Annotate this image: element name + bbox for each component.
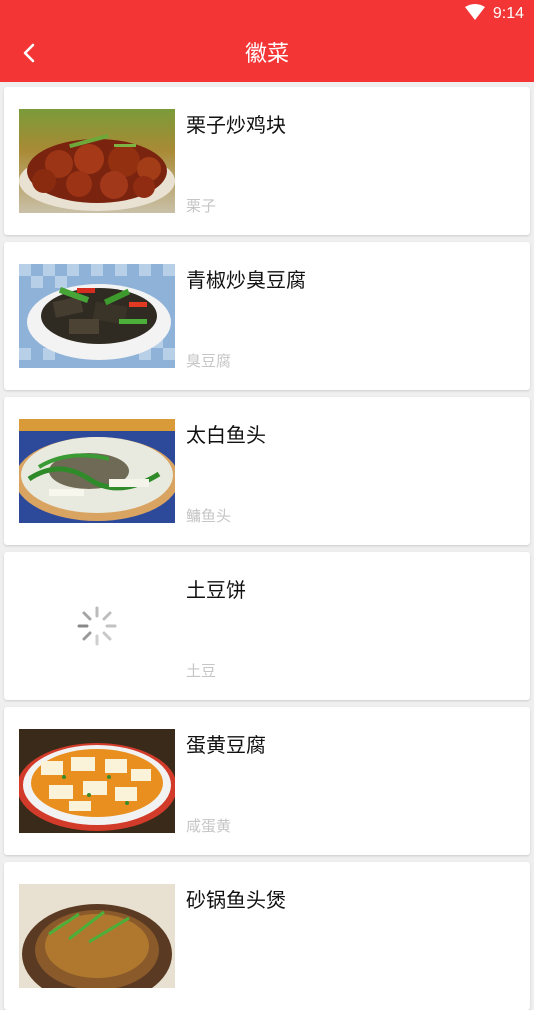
recipe-ingredient: 臭豆腐 [186, 352, 232, 370]
recipe-image [19, 729, 175, 833]
recipe-name: 栗子炒鸡块 [186, 113, 286, 137]
recipe-image [19, 264, 175, 368]
recipe-image [19, 884, 175, 988]
recipe-image [19, 419, 175, 523]
wifi-icon [464, 4, 485, 24]
page-title: 徽菜 [244, 42, 289, 67]
recipe-card[interactable]: 栗子炒鸡块 栗子 [4, 87, 530, 235]
status-bar: 9:14 [0, 0, 534, 28]
recipe-card[interactable]: 太白鱼头 鳙鱼头 [4, 397, 530, 545]
loading-spinner-icon [77, 606, 117, 646]
recipe-card[interactable]: 蛋黄豆腐 咸蛋黄 [4, 707, 530, 855]
recipe-image [19, 109, 175, 213]
recipe-name: 太白鱼头 [186, 423, 266, 447]
recipe-ingredient: 鳙鱼头 [186, 507, 232, 525]
recipe-ingredient: 栗子 [186, 197, 217, 215]
recipe-card[interactable]: 砂锅鱼头煲 [4, 862, 530, 1010]
status-time: 9:14 [492, 5, 524, 22]
app-bar: 徽菜 [0, 28, 534, 82]
recipe-name: 砂锅鱼头煲 [186, 888, 286, 912]
recipe-card[interactable]: 青椒炒臭豆腐 臭豆腐 [4, 242, 530, 390]
recipe-card[interactable]: 土豆饼 土豆 [4, 552, 530, 700]
recipe-ingredient: 土豆 [186, 662, 217, 680]
recipe-name: 蛋黄豆腐 [186, 733, 266, 757]
recipe-name: 青椒炒臭豆腐 [186, 268, 306, 292]
recipe-ingredient: 咸蛋黄 [186, 817, 232, 835]
recipe-name: 土豆饼 [186, 578, 246, 602]
recipe-image-loading [19, 574, 175, 678]
